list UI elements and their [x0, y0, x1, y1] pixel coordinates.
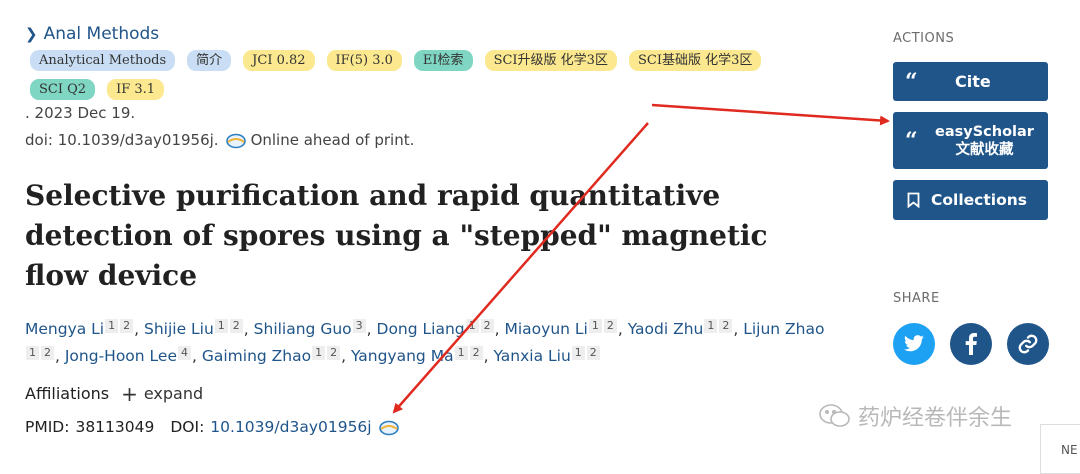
- author-separator: ,: [191, 347, 202, 365]
- author-link[interactable]: Yanxia Liu: [493, 347, 570, 365]
- affiliation-ref[interactable]: 1: [105, 319, 119, 333]
- badge-sci-basic: SCI基础版 化学3区: [628, 50, 762, 71]
- badge-journal-full[interactable]: Analytical Methods: [30, 50, 176, 71]
- badge-intro[interactable]: 简介: [187, 50, 232, 71]
- author-link[interactable]: Dong Liang: [377, 320, 465, 338]
- twitter-icon: [903, 335, 925, 353]
- share-heading: SHARE: [893, 291, 940, 306]
- badge-jci: JCI 0.82: [243, 50, 315, 71]
- twitter-share-button[interactable]: [893, 323, 935, 365]
- quote-icon: “: [905, 68, 918, 95]
- author-link[interactable]: Jong-Hoon Lee: [65, 347, 177, 365]
- copy-link-button[interactable]: [1007, 323, 1049, 365]
- watermark: 药炉经卷伴余生: [818, 400, 1012, 432]
- affiliation-ref[interactable]: 1: [26, 346, 39, 360]
- affiliation-ref[interactable]: 1: [588, 319, 602, 333]
- easyscholar-collect-button[interactable]: “ easyScholar 文献收藏: [893, 112, 1048, 169]
- doi-text: doi: 10.1039/d3ay01956j.: [25, 131, 219, 149]
- expand-button[interactable]: + expand: [121, 381, 204, 406]
- affiliation-ref[interactable]: 2: [603, 319, 617, 333]
- author-separator: ,: [55, 347, 65, 365]
- pmid-value: 38113049: [75, 418, 155, 436]
- wechat-icon: [818, 403, 852, 429]
- collect-label: 文献收藏: [955, 141, 1014, 158]
- cite-label: Cite: [955, 72, 991, 91]
- badge-if: IF 3.1: [107, 79, 165, 100]
- affiliation-ref[interactable]: 4: [177, 346, 191, 360]
- affiliations-row: Affiliations + expand: [25, 381, 204, 406]
- actions-heading: ACTIONS: [893, 31, 955, 46]
- affiliations-label: Affiliations: [25, 384, 110, 403]
- ids-row: PMID: 38113049 DOI: 10.1039/d3ay01956j: [25, 418, 399, 436]
- easyscholar-label: easyScholar: [935, 123, 1034, 140]
- author-separator: ,: [617, 320, 628, 338]
- cite-button[interactable]: “ Cite: [893, 62, 1048, 101]
- affiliation-ref[interactable]: 2: [327, 346, 341, 360]
- author-link[interactable]: Shiliang Guo: [254, 320, 352, 338]
- affiliation-ref[interactable]: 2: [120, 319, 134, 333]
- journal-link[interactable]: ❯ Anal Methods: [25, 24, 159, 44]
- collections-button[interactable]: Collections: [893, 180, 1048, 220]
- badge-ei: EI检索: [413, 50, 473, 71]
- doi-line: doi: 10.1039/d3ay01956j. Online ahead of…: [25, 131, 414, 149]
- author-list: Mengya Li 1 2, Shijie Liu 1 2, Shiliang Guo 3…: [25, 316, 825, 370]
- corner-tab[interactable]: NE: [1040, 424, 1080, 474]
- author-separator: ,: [366, 320, 377, 338]
- journal-name: Anal Methods: [43, 24, 160, 44]
- chevron-right-icon: ❯: [25, 25, 38, 43]
- author-link[interactable]: Mengya Li: [25, 320, 104, 338]
- badge-sci-q: SCI Q2: [30, 79, 96, 100]
- author-separator: ,: [494, 320, 505, 338]
- affiliation-ref[interactable]: 3: [352, 319, 366, 333]
- doi-link[interactable]: 10.1039/d3ay01956j: [210, 418, 371, 436]
- plus-icon: +: [121, 381, 138, 406]
- affiliation-ref[interactable]: 2: [480, 319, 494, 333]
- author-link[interactable]: Yaodi Zhu: [628, 320, 704, 338]
- affiliation-ref[interactable]: 1: [704, 319, 718, 333]
- publication-date: . 2023 Dec 19.: [25, 104, 136, 122]
- badge-sci-upgrade: SCI升级版 化学3区: [484, 50, 617, 71]
- easyscholar-logo-icon[interactable]: [378, 420, 399, 436]
- author-link[interactable]: Yangyang Ma: [351, 347, 454, 365]
- collections-label: Collections: [931, 191, 1027, 209]
- article-title: Selective purification and rapid quantit…: [25, 179, 768, 292]
- author-link[interactable]: Shijie Liu: [144, 320, 214, 338]
- author-separator: ,: [243, 320, 254, 338]
- author-link[interactable]: Lijun Zhao: [743, 320, 824, 338]
- author-separator: ,: [134, 320, 144, 338]
- affiliation-ref[interactable]: 2: [719, 319, 733, 333]
- affiliation-ref[interactable]: 2: [469, 346, 483, 360]
- bookmark-icon: [907, 192, 927, 208]
- affiliation-ref[interactable]: 2: [586, 346, 600, 360]
- affiliation-ref[interactable]: 2: [41, 346, 54, 360]
- badge-list: Analytical Methods 简介 JCI 0.82 IF(5) 3.0…: [30, 50, 800, 100]
- easyscholar-logo-icon[interactable]: [225, 133, 246, 149]
- expand-label: expand: [143, 384, 204, 403]
- author-separator: ,: [733, 320, 744, 338]
- badge-if5: IF(5) 3.0: [326, 50, 402, 71]
- watermark-text: 药炉经卷伴余生: [858, 406, 1013, 431]
- author-link[interactable]: Gaiming Zhao: [202, 347, 311, 365]
- arrow-to-easyscholar: [651, 103, 890, 126]
- author-separator: ,: [341, 347, 351, 365]
- doi-label: DOI:: [170, 418, 205, 436]
- affiliation-ref[interactable]: 1: [312, 346, 326, 360]
- facebook-share-button[interactable]: [950, 323, 992, 365]
- publication-status: Online ahead of print.: [250, 131, 415, 149]
- author-separator: ,: [483, 347, 494, 365]
- affiliation-ref[interactable]: 1: [214, 319, 228, 333]
- affiliation-ref[interactable]: 1: [465, 319, 479, 333]
- pmid-label: PMID:: [25, 418, 70, 436]
- quote-icon: “: [905, 127, 918, 154]
- affiliation-ref[interactable]: 1: [571, 346, 585, 360]
- link-icon: [1017, 333, 1039, 355]
- affiliation-ref[interactable]: 2: [229, 319, 243, 333]
- affiliation-ref[interactable]: 1: [454, 346, 468, 360]
- facebook-icon: [965, 333, 977, 355]
- author-link[interactable]: Miaoyun Li: [505, 320, 588, 338]
